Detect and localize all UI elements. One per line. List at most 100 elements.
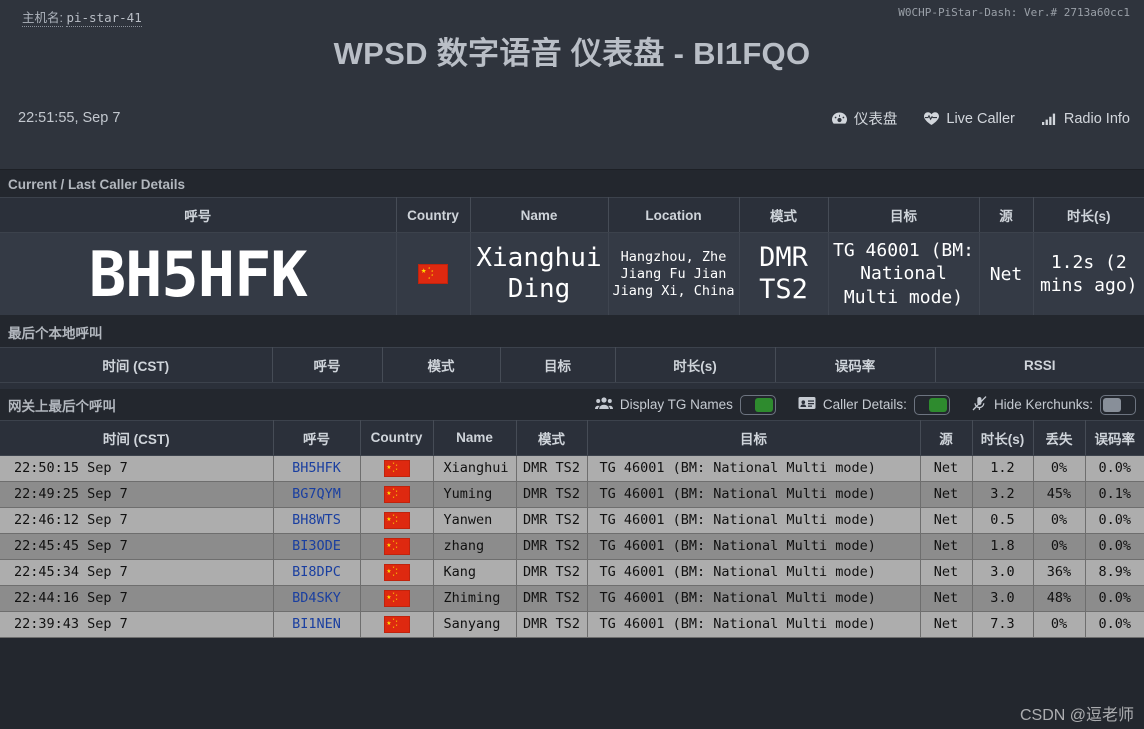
- current-location: Hangzhou, Zhe Jiang Fu Jian Jiang Xi, Ch…: [607, 232, 739, 316]
- clock: 22:51:55, Sep 7: [18, 110, 121, 126]
- col-gw-target: 目标: [586, 419, 921, 456]
- table-row[interactable]: 22:44:16 Sep 7 BD4SKY ★ ★ ★ ★ ★ Zhiming DMR TS2 T…: [0, 585, 1144, 612]
- gateway-toggles: Display TG Names Caller Details: Hide Ke…: [594, 394, 1136, 415]
- dashboard-page: 主机名: pi-star-41 W0CHP-PiStar-Dash: Ver.#…: [0, 0, 1144, 729]
- current-caller-table: 呼号 Country Name Location 模式 目标 源 时长(s) B…: [0, 197, 1144, 316]
- callsign-link[interactable]: BI3ODE: [292, 538, 341, 554]
- cell-callsign[interactable]: BI1NEN: [272, 611, 360, 638]
- table-row[interactable]: 22:45:34 Sep 7 BI8DPC ★ ★ ★ ★ ★ Kang DMR TS2 TG 4…: [0, 559, 1144, 586]
- users-icon: [594, 396, 613, 413]
- cell-country: ★ ★ ★ ★ ★: [359, 455, 433, 482]
- col-name: Name: [469, 197, 609, 233]
- cell-source: Net: [919, 455, 972, 482]
- cell-time: 22:39:43 Sep 7: [0, 611, 273, 638]
- cell-loss: 36%: [1032, 559, 1085, 586]
- cell-ber: 8.9%: [1084, 559, 1144, 586]
- gauge-icon: [831, 111, 848, 126]
- current-caller-section-title: Current / Last Caller Details: [8, 177, 186, 192]
- nav-item-live-caller[interactable]: Live Caller: [923, 111, 1015, 127]
- cell-duration: 0.5: [971, 507, 1033, 534]
- current-country: ★ ★ ★ ★ ★: [395, 232, 470, 316]
- table-row[interactable]: 22:45:45 Sep 7 BI3ODE ★ ★ ★ ★ ★ zhang DMR TS2 TG …: [0, 533, 1144, 560]
- local-calls-table: 时间 (CST) 呼号 模式 目标 时长(s) 误码率 RSSI: [0, 347, 1144, 389]
- hostname: 主机名: pi-star-41: [22, 7, 142, 27]
- cell-name: Xianghui: [432, 455, 516, 482]
- gateway-calls-section-title: 网关上最后个呼叫: [8, 398, 116, 414]
- cell-time: 22:50:15 Sep 7: [0, 455, 273, 482]
- toggle-display-tg-names-label: Display TG Names: [619, 397, 733, 413]
- gateway-calls-body: 22:50:15 Sep 7 BH5HFK ★ ★ ★ ★ ★ Xianghui DMR TS2…: [0, 455, 1144, 638]
- cell-callsign[interactable]: BI8DPC: [272, 559, 360, 586]
- cell-target: TG 46001 (BM: National Multi mode): [586, 507, 920, 534]
- cell-callsign[interactable]: BH8WTS: [272, 507, 360, 534]
- callsign-link[interactable]: BG7QYM: [292, 486, 341, 502]
- col-gw-duration: 时长(s): [971, 419, 1034, 456]
- table-row[interactable]: 22:50:15 Sep 7 BH5HFK ★ ★ ★ ★ ★ Xianghui DMR TS2…: [0, 455, 1144, 482]
- cell-country: ★ ★ ★ ★ ★: [359, 481, 433, 508]
- cell-mode: DMR TS2: [515, 507, 587, 534]
- callsign-link[interactable]: BI8DPC: [292, 564, 341, 580]
- toggle-caller-details-switch[interactable]: [913, 394, 950, 415]
- toggle-display-tg-names[interactable]: Display TG Names: [594, 394, 776, 415]
- heart-pulse-icon: [923, 111, 940, 126]
- col-gw-ber: 误码率: [1084, 419, 1144, 456]
- cell-mode: DMR TS2: [515, 559, 587, 586]
- cell-callsign[interactable]: BD4SKY: [272, 585, 360, 612]
- cell-callsign[interactable]: BG7QYM: [272, 481, 360, 508]
- col-mode: 模式: [738, 197, 829, 233]
- cell-country: ★ ★ ★ ★ ★: [359, 585, 433, 612]
- cell-name: Yanwen: [432, 507, 516, 534]
- cell-loss: 45%: [1032, 481, 1085, 508]
- toggle-hide-kerchunks-label: Hide Kerchunks:: [993, 397, 1093, 413]
- callsign-link[interactable]: BD4SKY: [292, 590, 341, 606]
- nav-menu: 仪表盘 Live Caller Radio Info: [831, 108, 1130, 129]
- callsign-link[interactable]: BH5HFK: [292, 460, 341, 476]
- cell-mode: DMR TS2: [515, 585, 587, 612]
- callsign-link[interactable]: BH8WTS: [292, 512, 341, 528]
- nav-item-live-caller-label: Live Caller: [946, 110, 1015, 127]
- hostname-label: 主机名:: [22, 11, 63, 27]
- gateway-calls-section-bar: 网关上最后个呼叫 Display TG Names Caller Details…: [0, 389, 1144, 420]
- col-gw-country: Country: [359, 419, 434, 456]
- cell-ber: 0.0%: [1084, 455, 1144, 482]
- cell-time: 22:49:25 Sep 7: [0, 481, 273, 508]
- page-title: WPSD 数字语音 仪表盘 - BI1FQO: [333, 36, 811, 71]
- toggle-hide-kerchunks-switch[interactable]: [1100, 394, 1136, 415]
- cell-ber: 0.0%: [1084, 507, 1144, 534]
- page-header: 主机名: pi-star-41 W0CHP-PiStar-Dash: Ver.#…: [0, 0, 1144, 170]
- col-target: 目标: [827, 197, 980, 233]
- cell-ber: 0.1%: [1084, 481, 1144, 508]
- nav-item-dashboard[interactable]: 仪表盘: [831, 108, 897, 129]
- flag-cn-icon: ★ ★ ★ ★ ★: [383, 459, 410, 477]
- cell-time: 22:44:16 Sep 7: [0, 585, 273, 612]
- col-local-target: 目标: [499, 347, 616, 384]
- table-row[interactable]: 22:39:43 Sep 7 BI1NEN ★ ★ ★ ★ ★ Sanyang DMR TS2 T…: [0, 611, 1144, 638]
- current-caller-header-row: 呼号 Country Name Location 模式 目标 源 时长(s): [0, 197, 1144, 233]
- current-target: TG 46001 (BM: National Multi mode): [827, 232, 979, 316]
- current-name: Xianghui Ding: [469, 232, 608, 316]
- current-callsign: BH5HFK: [0, 232, 396, 316]
- table-row[interactable]: 22:49:25 Sep 7 BG7QYM ★ ★ ★ ★ ★ Yuming DMR TS2 TG…: [0, 481, 1144, 508]
- cell-callsign[interactable]: BI3ODE: [272, 533, 360, 560]
- microphone-slash-icon: [972, 395, 987, 414]
- cell-duration: 7.3: [971, 611, 1033, 638]
- table-row[interactable]: 22:46:12 Sep 7 BH8WTS ★ ★ ★ ★ ★ Yanwen DMR TS2 TG…: [0, 507, 1144, 534]
- cell-target: TG 46001 (BM: National Multi mode): [586, 533, 920, 560]
- cell-time: 22:46:12 Sep 7: [0, 507, 273, 534]
- current-duration: 1.2s (2 mins ago): [1032, 232, 1144, 316]
- cell-country: ★ ★ ★ ★ ★: [359, 533, 433, 560]
- col-local-time: 时间 (CST): [0, 347, 273, 384]
- col-local-mode: 模式: [381, 347, 501, 384]
- callsign-link[interactable]: BI1NEN: [292, 616, 341, 632]
- col-local-rssi: RSSI: [934, 347, 1144, 384]
- cell-target: TG 46001 (BM: National Multi mode): [586, 585, 920, 612]
- flag-cn-icon: ★ ★ ★ ★ ★: [383, 537, 410, 555]
- flag-cn-icon: ★ ★ ★ ★ ★: [383, 485, 410, 503]
- cell-callsign[interactable]: BH5HFK: [272, 455, 360, 482]
- toggle-display-tg-names-switch[interactable]: [739, 394, 776, 415]
- flag-cn-icon: ★ ★ ★ ★ ★: [383, 589, 410, 607]
- flag-cn-icon: ★ ★ ★ ★ ★: [383, 615, 410, 633]
- nav-item-radio-info[interactable]: Radio Info: [1041, 111, 1130, 127]
- toggle-caller-details[interactable]: Caller Details:: [798, 394, 950, 415]
- toggle-hide-kerchunks[interactable]: Hide Kerchunks:: [972, 394, 1136, 415]
